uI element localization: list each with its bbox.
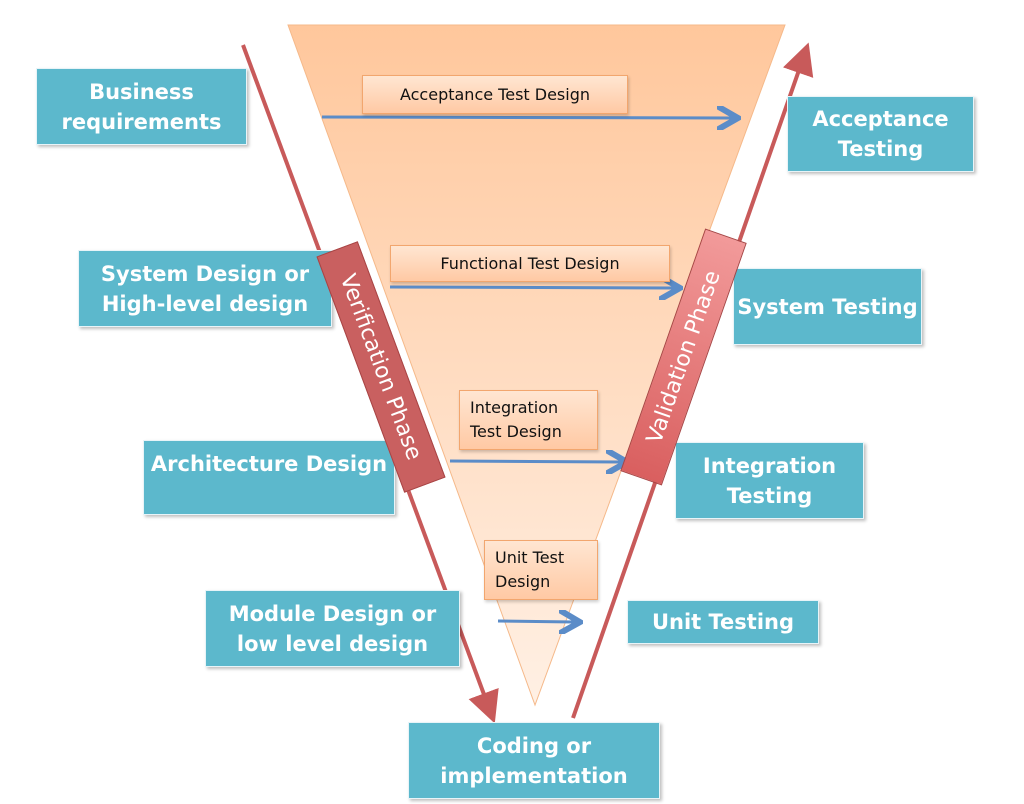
integration-test-design-box: Integration Test Design (459, 390, 598, 450)
box-label: Coding or implementation (440, 733, 628, 788)
box-label: System Testing (737, 294, 918, 319)
acceptance-arrow (321, 117, 732, 118)
v-model-diagram: Business requirements System Design or H… (0, 0, 1024, 804)
acceptance-testing-box: Acceptance Testing (787, 96, 974, 172)
box-label: Architecture Design (150, 452, 388, 476)
functional-test-design-box: Functional Test Design (390, 245, 670, 282)
box-label: Acceptance Test Design (399, 84, 591, 104)
functional-arrow (389, 287, 674, 288)
unit-arrow (497, 621, 574, 622)
system-testing-box: System Testing (733, 268, 922, 345)
coding-box: Coding or implementation (408, 722, 660, 799)
box-label: Unit Testing (651, 610, 795, 634)
unit-testing-box: Unit Testing (627, 600, 819, 644)
box-label: System Design or High-level design (100, 261, 310, 316)
box-label: Module Design or low level design (228, 601, 437, 656)
box-label: Acceptance Testing (812, 107, 949, 161)
box-label: Unit Test Design (495, 548, 565, 591)
acceptance-test-design-box: Acceptance Test Design (362, 75, 628, 114)
module-design-box: Module Design or low level design (205, 590, 460, 667)
box-label: Functional Test Design (440, 253, 620, 273)
integration-testing-box: Integration Testing (675, 442, 864, 519)
box-label: Business requirements (61, 79, 222, 134)
architecture-design-box: Architecture Design (143, 440, 395, 515)
business-requirements-box: Business requirements (36, 68, 247, 145)
box-label: Integration Testing (702, 453, 837, 508)
unit-test-design-box: Unit Test Design (484, 540, 598, 600)
system-design-box: System Design or High-level design (78, 250, 332, 327)
box-label: Integration Test Design (470, 398, 562, 441)
integration-arrow (449, 461, 621, 462)
